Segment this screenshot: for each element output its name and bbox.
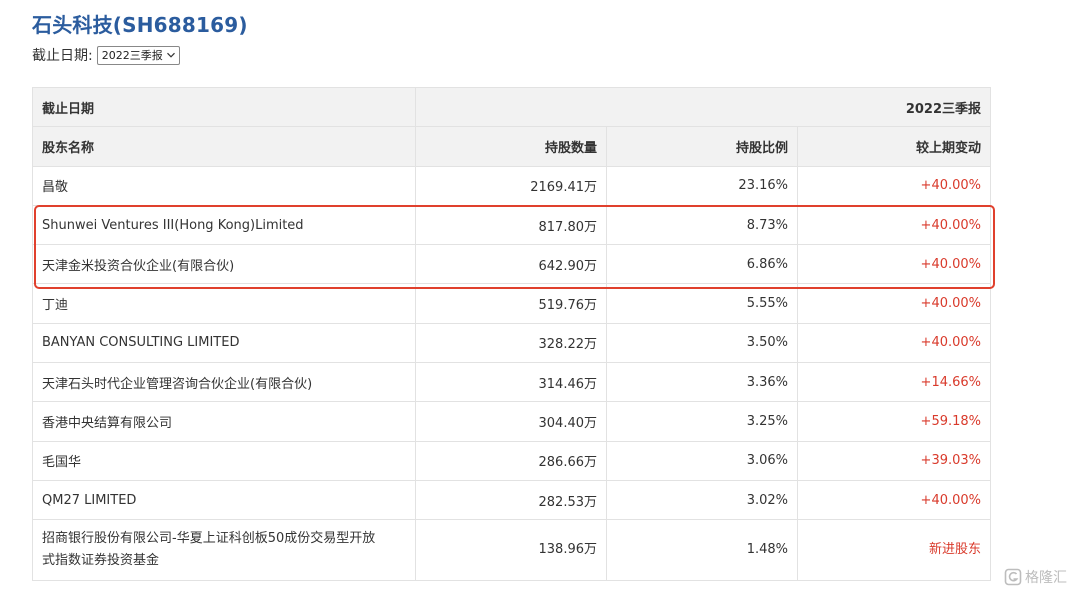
table-row: 香港中央结算有限公司 304.40万 3.25% +59.18% <box>32 401 992 442</box>
period-label: 截止日期 <box>32 86 416 128</box>
page-title: 石头科技(SH688169) <box>32 13 248 37</box>
share-change: +59.18% <box>796 401 992 442</box>
share-count: 642.90万 <box>415 244 607 285</box>
share-change: +40.00% <box>796 165 992 206</box>
table-row: 招商银行股份有限公司-华夏上证科创板50成份交易型开放 式指数证券投资基金 13… <box>32 519 992 582</box>
column-header-ratio: 持股比例 <box>606 126 798 167</box>
share-count: 519.76万 <box>415 283 607 324</box>
share-change: 新进股东 <box>796 519 992 582</box>
share-change: +40.00% <box>796 244 992 285</box>
shareholder-name: QM27 LIMITED <box>32 479 416 521</box>
shareholder-name-line: 式指数证券投资基金 <box>42 553 160 569</box>
table-row: 毛国华 286.66万 3.06% +39.03% <box>32 440 992 481</box>
shareholder-name: Shunwei Ventures III(Hong Kong)Limited <box>32 204 416 246</box>
period-header-row: 截止日期 2022三季报 <box>32 86 992 128</box>
column-header-change: 较上期变动 <box>796 126 992 167</box>
gelonghui-logo-icon <box>1004 568 1022 586</box>
shareholder-name: 毛国华 <box>32 440 416 481</box>
share-change: +40.00% <box>796 283 992 324</box>
shareholder-name-line: 招商银行股份有限公司-华夏上证科创板50成份交易型开放 <box>42 531 376 547</box>
share-ratio: 3.06% <box>606 440 798 481</box>
watermark-text: 格隆汇 <box>1025 570 1067 586</box>
shareholder-name: 昌敬 <box>32 165 416 206</box>
watermark: 格隆汇 <box>1004 567 1067 587</box>
table-row: 丁迪 519.76万 5.55% +40.00% <box>32 283 992 324</box>
report-period-value: 2022三季报 <box>101 49 163 62</box>
share-change: +14.66% <box>796 362 992 403</box>
table-row: 昌敬 2169.41万 23.16% +40.00% <box>32 165 992 206</box>
shareholder-name: BANYAN CONSULTING LIMITED <box>32 322 416 364</box>
share-count: 817.80万 <box>415 204 607 246</box>
share-count: 2169.41万 <box>415 165 607 206</box>
shareholder-name: 天津石头时代企业管理咨询合伙企业(有限合伙) <box>32 362 416 403</box>
share-ratio: 6.86% <box>606 244 798 285</box>
share-count: 304.40万 <box>415 401 607 442</box>
column-header-row: 股东名称 持股数量 持股比例 较上期变动 <box>32 126 992 167</box>
share-count: 282.53万 <box>415 479 607 521</box>
shareholder-name: 天津金米投资合伙企业(有限合伙) <box>32 244 416 285</box>
share-ratio: 3.36% <box>606 362 798 403</box>
table-row: 天津金米投资合伙企业(有限合伙) 642.90万 6.86% +40.00% <box>32 244 992 285</box>
table-row: 天津石头时代企业管理咨询合伙企业(有限合伙) 314.46万 3.36% +14… <box>32 362 992 403</box>
share-count: 328.22万 <box>415 322 607 364</box>
share-ratio: 5.55% <box>606 283 798 324</box>
table-row: BANYAN CONSULTING LIMITED 328.22万 3.50% … <box>32 322 992 364</box>
share-ratio: 1.48% <box>606 519 798 582</box>
share-ratio: 3.50% <box>606 322 798 364</box>
table-row: QM27 LIMITED 282.53万 3.02% +40.00% <box>32 479 992 521</box>
share-count: 314.46万 <box>415 362 607 403</box>
shareholder-name: 香港中央结算有限公司 <box>32 401 416 442</box>
share-ratio: 3.02% <box>606 479 798 521</box>
share-change: +40.00% <box>796 204 992 246</box>
share-ratio: 3.25% <box>606 401 798 442</box>
shareholder-name: 招商银行股份有限公司-华夏上证科创板50成份交易型开放 式指数证券投资基金 <box>32 519 416 582</box>
shareholder-table: 截止日期 2022三季报 股东名称 持股数量 持股比例 较上期变动 昌敬 216… <box>32 86 992 582</box>
shareholder-name: 丁迪 <box>32 283 416 324</box>
date-filter: 截止日期: 2022三季报 <box>32 44 180 66</box>
report-period-select[interactable]: 2022三季报 <box>96 45 180 65</box>
share-change: +40.00% <box>796 322 992 364</box>
period-value: 2022三季报 <box>414 86 992 128</box>
share-change: +39.03% <box>796 440 992 481</box>
table-row: Shunwei Ventures III(Hong Kong)Limited 8… <box>32 204 992 246</box>
date-label: 截止日期: <box>32 48 93 64</box>
share-ratio: 23.16% <box>606 165 798 206</box>
share-ratio: 8.73% <box>606 204 798 246</box>
column-header-shares: 持股数量 <box>415 126 607 167</box>
share-change: +40.00% <box>796 479 992 521</box>
share-count: 286.66万 <box>415 440 607 481</box>
chevron-down-icon <box>166 50 176 60</box>
column-header-name: 股东名称 <box>32 126 416 167</box>
share-count: 138.96万 <box>415 519 607 582</box>
